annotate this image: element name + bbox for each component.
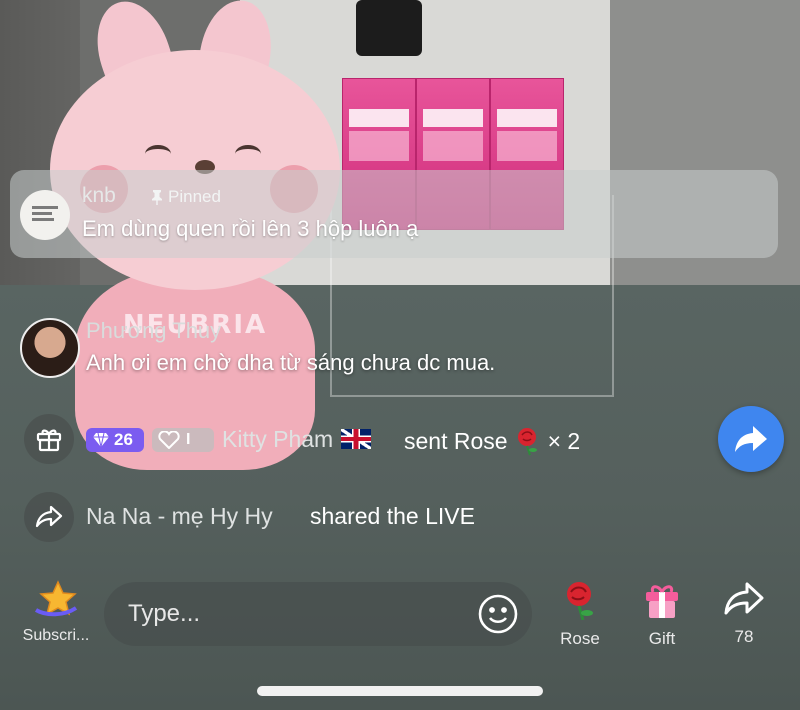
gift-action: sent Rose bbox=[404, 427, 508, 454]
pinned-label: Pinned bbox=[168, 187, 221, 206]
pin-icon bbox=[152, 190, 162, 205]
pinned-comment[interactable]: knb Pinned Em dùng quen rồi lên 3 hộp lu… bbox=[10, 170, 778, 258]
pinned-username[interactable]: knb bbox=[82, 184, 116, 208]
share-live-button[interactable] bbox=[718, 406, 784, 472]
avatar[interactable] bbox=[20, 190, 70, 240]
gift-box-icon bbox=[646, 585, 678, 618]
rose-label: Rose bbox=[560, 629, 600, 648]
fan-level-badge: I bbox=[152, 428, 214, 452]
share-count: 78 bbox=[734, 627, 754, 646]
share-arrow-icon bbox=[24, 492, 74, 542]
heart-icon bbox=[158, 431, 180, 449]
comment-message: Anh ơi em chờ dha từ sáng chưa dc mua. bbox=[86, 350, 496, 375]
diamond-level-badge: 26 bbox=[86, 428, 144, 452]
emoji-button[interactable] bbox=[476, 592, 520, 636]
home-indicator[interactable] bbox=[257, 686, 543, 696]
comment-username[interactable]: Phương Thuy bbox=[86, 318, 221, 344]
star-icon bbox=[34, 580, 78, 617]
diamond-icon bbox=[93, 432, 109, 448]
share-button[interactable]: 78 bbox=[714, 580, 774, 647]
gift-box-icon bbox=[24, 414, 74, 464]
heart-level: I bbox=[186, 431, 191, 448]
gift-event: 26 I Kitty Pham sent Rose × 2 bbox=[24, 414, 704, 466]
avatar[interactable] bbox=[20, 318, 80, 378]
gift-button[interactable]: Gift bbox=[632, 580, 692, 649]
share-arrow-icon bbox=[724, 582, 764, 615]
uk-flag-icon bbox=[341, 429, 372, 449]
pinned-message: Em dùng quen rồi lên 3 hộp luôn ạ bbox=[82, 216, 419, 241]
subscribe-button[interactable]: Subscri... bbox=[18, 580, 94, 645]
bottom-bar: Subscri... Rose Gift 78 bbox=[0, 576, 800, 710]
rose-gift-button[interactable]: Rose bbox=[550, 580, 610, 649]
gift-count: × 2 bbox=[547, 427, 581, 454]
comment-input[interactable] bbox=[126, 592, 460, 636]
share-arrow-icon bbox=[735, 426, 767, 452]
diamond-level: 26 bbox=[114, 430, 133, 449]
share-username[interactable]: Na Na - mẹ Hy Hy bbox=[86, 503, 273, 530]
rose-icon bbox=[517, 428, 537, 456]
lapel-microphone bbox=[356, 0, 422, 56]
pinned-badge: Pinned bbox=[150, 187, 221, 207]
gift-label: Gift bbox=[648, 629, 676, 648]
gift-sender-name[interactable]: Kitty Pham bbox=[222, 426, 372, 453]
share-action: shared the LIVE bbox=[310, 503, 475, 529]
share-event: Na Na - mẹ Hy Hy shared the LIVE bbox=[24, 492, 624, 544]
rose-icon bbox=[567, 582, 593, 621]
chat-comment[interactable]: Phương Thuy Anh ơi em chờ dha từ sáng ch… bbox=[20, 316, 740, 386]
emoji-icon bbox=[478, 594, 518, 634]
gift-sender-username[interactable]: Kitty Pham bbox=[222, 426, 333, 452]
subscribe-label: Subscri... bbox=[22, 627, 90, 644]
comment-input-box[interactable] bbox=[104, 582, 532, 646]
gift-text: sent Rose × 2 bbox=[404, 426, 580, 456]
